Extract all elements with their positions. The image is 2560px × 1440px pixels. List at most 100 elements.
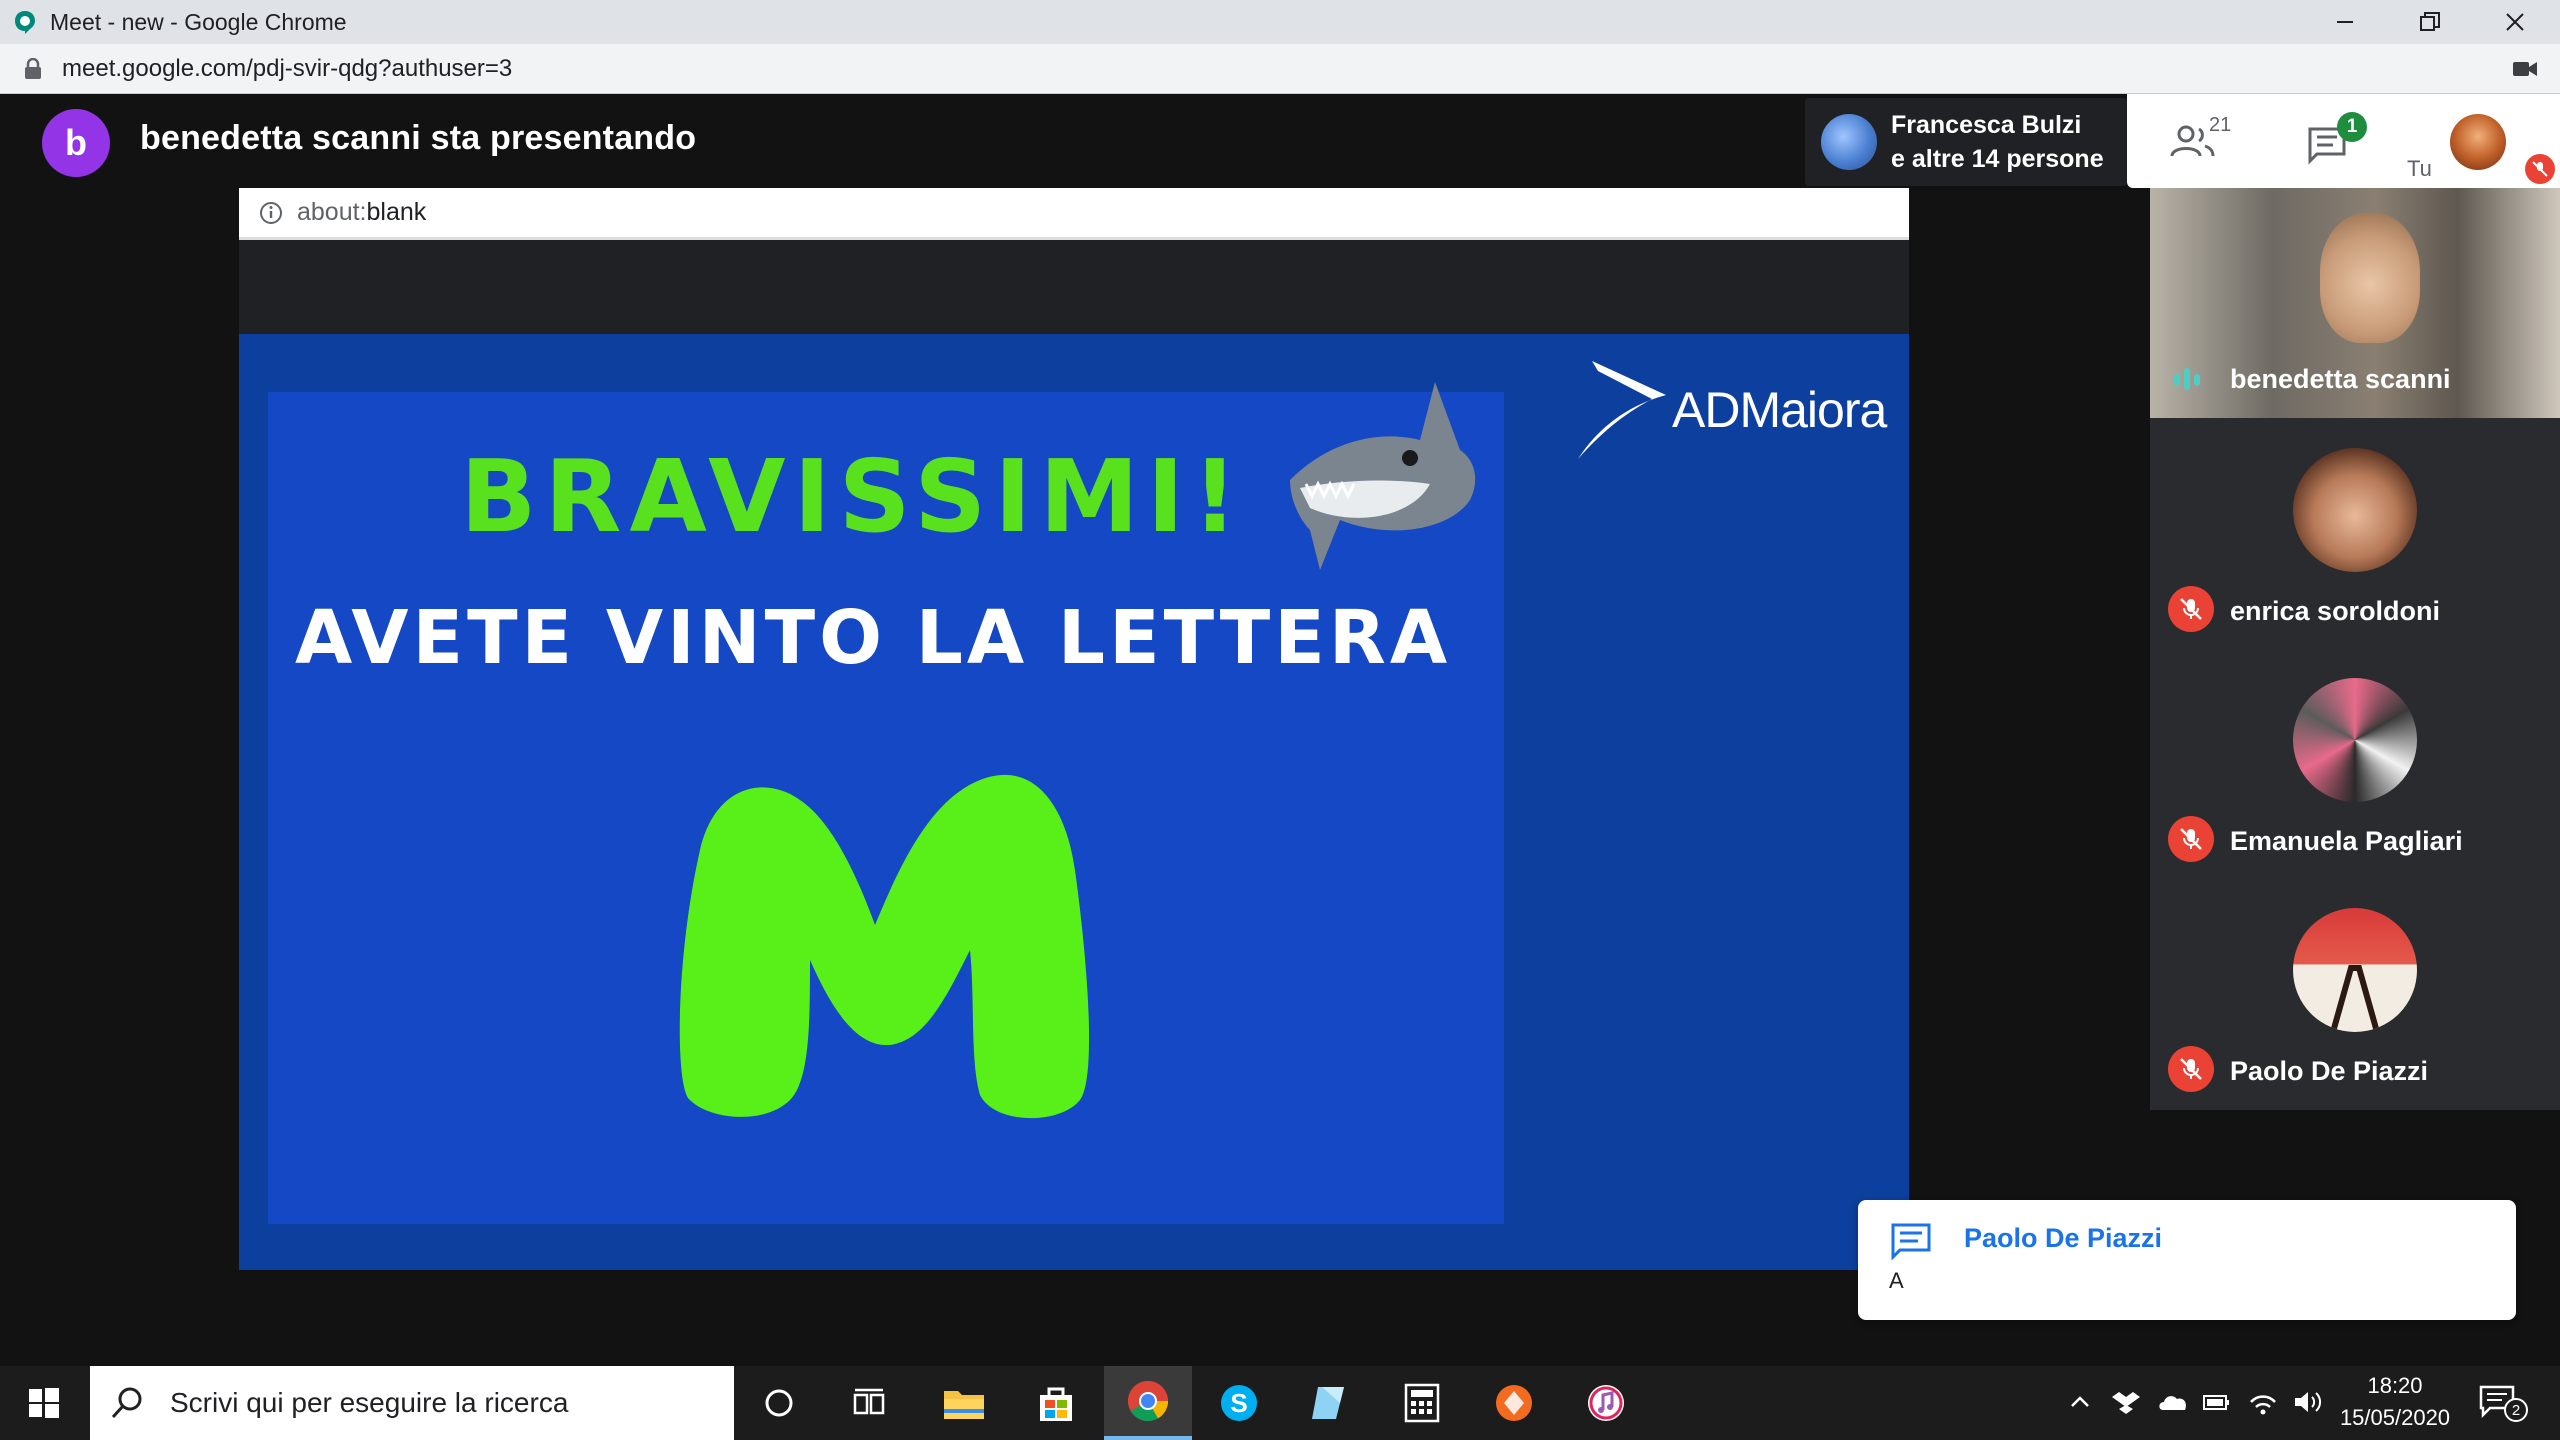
mic-off-icon [2180,1058,2202,1080]
shared-tab-url-path: blank [366,198,427,226]
volume-icon[interactable] [2292,1388,2324,1416]
meet-logo-icon [15,11,35,34]
participant-avatar [2293,678,2417,802]
chat-message: A [1889,1268,1904,1293]
clock-date: 15/05/2020 [2339,1405,2451,1430]
minimize-button[interactable] [2305,0,2385,44]
participant-name: Paolo De Piazzi [2230,1056,2429,1086]
mic-off-icon [2532,161,2548,177]
participant-name: benedetta scanni [2230,364,2451,394]
skype-button[interactable]: S [1195,1366,1283,1440]
speaker-chip[interactable]: Francesca Bulzi e altre 14 persone [1805,98,2127,186]
action-center-button[interactable]: 2 [2478,1378,2538,1428]
participants-button[interactable]: 21 [2169,112,2239,172]
url-text[interactable]: meet.google.com/pdj-svir-qdg?authuser=3 [62,55,512,83]
start-button[interactable] [0,1366,88,1440]
notification-count: 2 [2504,1398,2528,1422]
skype-icon: S [1221,1385,1257,1421]
file-explorer-icon [944,1391,984,1419]
search-placeholder: Scrivi qui per eseguire la ricerca [170,1387,569,1418]
task-view-button[interactable] [825,1366,913,1440]
shark-illustration [1290,382,1476,570]
app-orange-icon [1496,1385,1532,1421]
slide-title: BRAVISSIMI! [460,438,1246,555]
participant-tile[interactable]: Paolo De Piazzi [2150,878,2560,1108]
speaker-avatar [1821,114,1877,170]
participant-tile-presenter[interactable]: benedetta scanni [2150,188,2560,418]
mic-off-icon [2180,598,2202,620]
search-icon [111,1387,142,1419]
close-icon [2506,13,2524,31]
participant-avatar [2293,908,2417,1032]
brand-logo: ADMaiora [1570,355,1887,465]
taskbar-clock[interactable]: 18:20 15/05/2020 [2330,1370,2460,1434]
mic-off-badge [2168,1046,2214,1092]
close-window-button[interactable] [2475,0,2555,44]
self-mic-off [2525,154,2555,184]
orange-app-button[interactable] [1470,1366,1558,1440]
cortana-icon [765,1389,793,1417]
shared-tab-address-bar: about:blank [239,188,1909,240]
presenter-video-face [2320,213,2420,343]
address-bar[interactable]: meet.google.com/pdj-svir-qdg?authuser=3 [0,44,2560,94]
dropbox-icon[interactable] [2112,1388,2140,1416]
brand-name: ADMaiora [1672,382,1887,438]
onedrive-icon[interactable] [2157,1390,2189,1414]
shared-tab-url: about:blank [297,198,426,227]
calculator-icon [1404,1383,1440,1423]
clock-time: 18:20 [2367,1373,2423,1398]
speaking-indicator-icon [2174,368,2200,390]
window-title: Meet - new - Google Chrome [50,8,347,35]
chat-message-icon [1891,1223,1931,1260]
store-button[interactable] [1012,1366,1100,1440]
svg-text:S: S [1230,1388,1247,1418]
notepad-icon [1312,1387,1344,1419]
camera-indicator-icon[interactable] [2512,59,2538,79]
chat-sender: Paolo De Piazzi [1964,1223,2163,1253]
window-titlebar: Meet - new - Google Chrome [0,0,2560,44]
windows-icon [29,1388,59,1418]
brand-chevron-icon [1578,361,1666,459]
restore-icon [2420,12,2440,31]
mic-off-badge [2168,586,2214,632]
speaker-name: Francesca Bulzi [1891,111,2082,139]
self-label: Tu [2407,156,2432,181]
file-explorer-button[interactable] [920,1366,1008,1440]
participant-name: Emanuela Pagliari [2230,826,2463,856]
participant-tile[interactable]: enrica soroldoni [2150,418,2560,648]
taskbar-search[interactable]: Scrivi qui per eseguire la ricerca [90,1366,734,1440]
minimize-icon [2337,21,2353,23]
wifi-icon[interactable] [2248,1388,2278,1416]
tray-expand-icon[interactable] [2068,1390,2092,1414]
presenter-avatar: b [42,109,110,177]
participant-name: enrica soroldoni [2230,596,2441,626]
slide-letter: M [679,774,1090,1119]
chrome-button[interactable] [1104,1366,1192,1440]
itunes-button[interactable] [1562,1366,1650,1440]
avatar-art [2330,965,2380,1032]
chat-notification[interactable] [1858,1200,2516,1320]
itunes-icon [1588,1385,1624,1421]
speaker-chip-text: Francesca Bulzi e altre 14 persone [1891,108,2104,176]
cortana-button[interactable] [735,1366,823,1440]
mic-off-badge [2168,816,2214,862]
calculator-button[interactable] [1378,1366,1466,1440]
participant-avatar [2293,448,2417,572]
shared-tab-url-scheme: about: [297,198,367,226]
presenting-label: benedetta scanni sta presentando [140,119,697,157]
others-count: e altre 14 persone [1891,145,2104,173]
meet-controls: 21 1 Tu [2127,94,2560,188]
participants-count: 21 [2209,114,2232,136]
participant-tile[interactable]: Emanuela Pagliari [2150,648,2560,878]
self-avatar[interactable] [2450,114,2506,170]
notes-button[interactable] [1286,1366,1374,1440]
chat-badge: 1 [2337,112,2367,142]
store-icon [1040,1387,1072,1421]
mic-off-icon [2180,828,2202,850]
restore-button[interactable] [2390,0,2470,44]
task-view-icon [853,1388,885,1415]
chat-button[interactable]: 1 [2307,112,2377,172]
battery-icon[interactable] [2202,1390,2232,1414]
slide-subtitle: AVETE VINTO LA LETTERA [295,595,1452,681]
info-icon [260,201,282,224]
